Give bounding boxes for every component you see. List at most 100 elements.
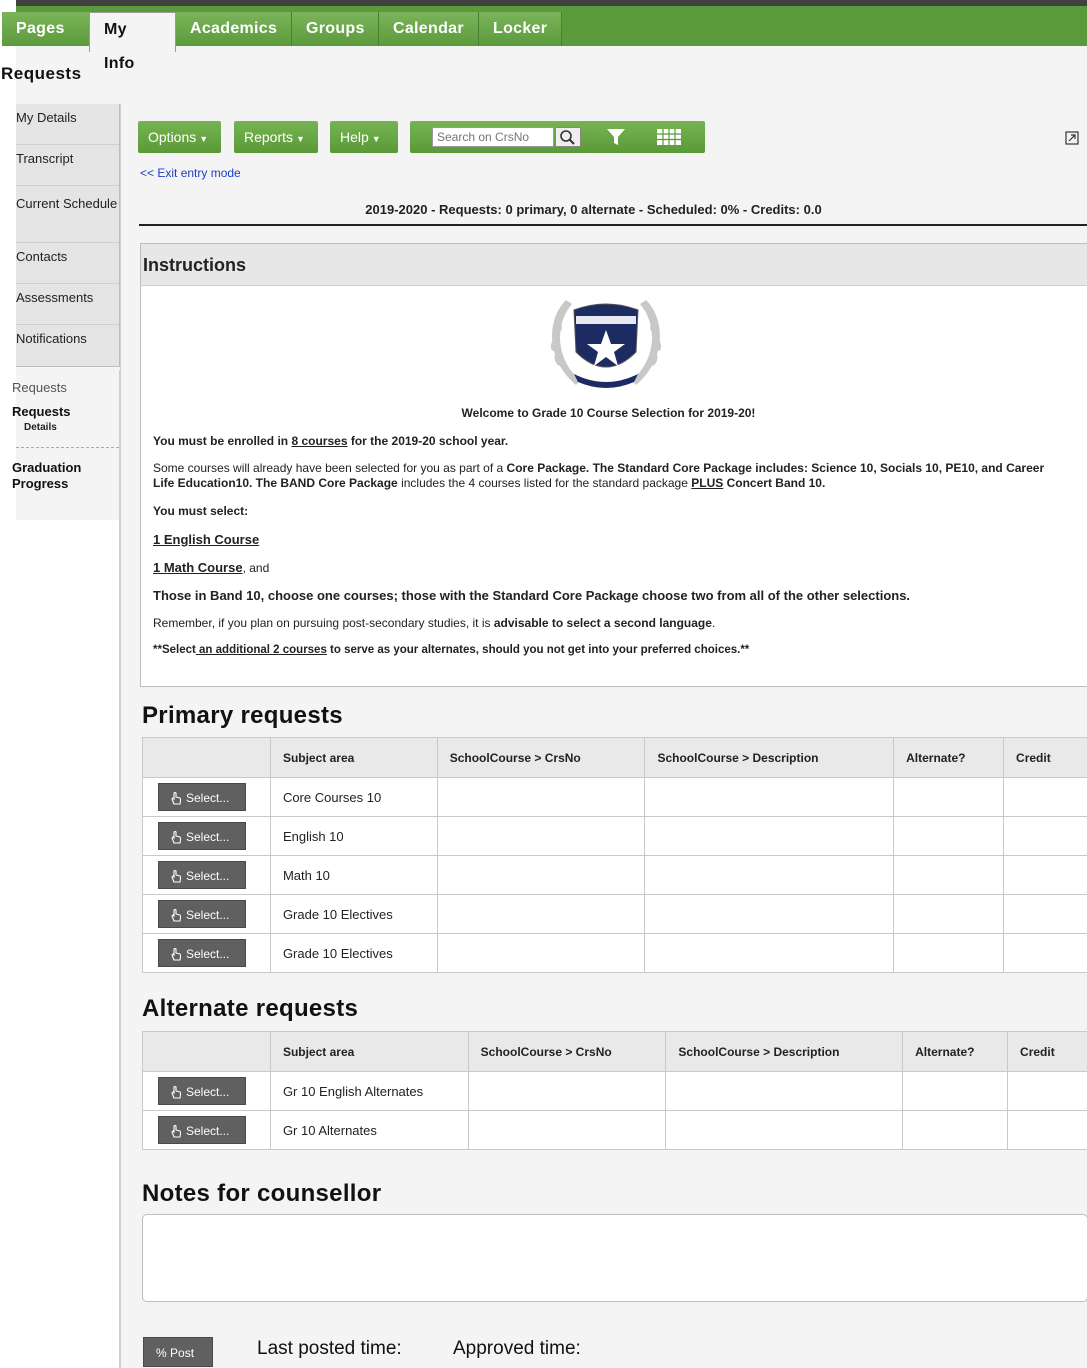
table-row: Select... English 10 xyxy=(142,816,1087,856)
instructions-heading: Instructions xyxy=(141,244,1087,286)
table-cell: Select... xyxy=(142,933,271,973)
math-course-suffix: , and xyxy=(242,561,270,575)
alternates-text-2: an additional 2 courses xyxy=(195,644,327,656)
tab-groups[interactable]: Groups xyxy=(292,12,379,46)
table-cell xyxy=(1007,1110,1087,1150)
select-button[interactable]: Select... xyxy=(158,1116,246,1144)
select-button[interactable]: Select... xyxy=(158,783,246,811)
table-cell: Select... xyxy=(142,777,271,817)
table-header-row: Subject area SchoolCourse > CrsNo School… xyxy=(142,737,1087,778)
table-cell xyxy=(1003,894,1087,934)
hand-pointer-icon xyxy=(171,869,182,883)
table-cell xyxy=(902,1110,1009,1150)
tab-locker[interactable]: Locker xyxy=(479,12,562,46)
approved-time-label: Approved time: xyxy=(453,1338,581,1359)
help-label: Help xyxy=(340,129,369,145)
table-cell xyxy=(1003,855,1087,895)
sidebar-item-requests[interactable]: Requests xyxy=(12,404,119,420)
table-cell xyxy=(893,777,1005,817)
notes-textarea[interactable] xyxy=(142,1214,1087,1302)
core-text-3: includes the 4 courses listed for the st… xyxy=(397,476,692,490)
alternates-text-3: to serve as your alternates, should you … xyxy=(326,644,750,656)
requests-summary: 2019-2020 - Requests: 0 primary, 0 alter… xyxy=(139,194,1087,226)
last-posted-time-label: Last posted time: xyxy=(257,1338,402,1359)
table-cell: English 10 xyxy=(269,816,438,856)
table-cell xyxy=(1003,777,1087,817)
table-cell xyxy=(893,933,1005,973)
remember-text-3: . xyxy=(711,616,716,630)
select-label: Select... xyxy=(186,869,230,883)
table-header: SchoolCourse > Description xyxy=(665,1031,904,1072)
table-cell xyxy=(436,933,646,973)
tab-pages[interactable]: Pages xyxy=(2,12,91,46)
options-button[interactable]: Options ▼ xyxy=(138,121,221,153)
sidebar-item-details[interactable]: Details xyxy=(16,422,119,433)
table-cell xyxy=(436,894,646,934)
table-header: Credit xyxy=(1003,737,1087,778)
exit-entry-mode-link[interactable]: << Exit entry mode xyxy=(140,166,241,180)
search-icon xyxy=(560,130,575,145)
select-button[interactable]: Select... xyxy=(158,939,246,967)
table-row: Select... Math 10 xyxy=(142,855,1087,895)
sidebar-section-requests[interactable]: Requests xyxy=(12,370,119,404)
tab-calendar[interactable]: Calendar xyxy=(379,12,479,46)
table-cell xyxy=(467,1071,667,1111)
table-header: SchoolCourse > CrsNo xyxy=(436,737,646,778)
search-toolbar xyxy=(410,121,705,153)
select-label: Select... xyxy=(186,791,230,805)
sidebar-item-contacts[interactable]: Contacts xyxy=(16,243,119,284)
table-cell xyxy=(436,855,646,895)
search-input[interactable] xyxy=(432,127,554,147)
filter-icon[interactable] xyxy=(606,128,626,146)
sidebar-item-my-details[interactable]: My Details xyxy=(16,104,119,145)
select-button[interactable]: Select... xyxy=(158,1077,246,1105)
search-button[interactable] xyxy=(555,127,581,147)
sidebar-item-notifications[interactable]: Notifications xyxy=(16,325,119,366)
primary-requests-title: Primary requests xyxy=(142,702,343,729)
table-cell xyxy=(665,1110,904,1150)
table-row: Select... Core Courses 10 xyxy=(142,777,1087,817)
alternates-text-1: **Select xyxy=(153,644,196,656)
sidebar-item-assessments[interactable]: Assessments xyxy=(16,284,119,325)
reports-button[interactable]: Reports ▼ xyxy=(234,121,318,153)
grid-icon[interactable] xyxy=(657,129,681,145)
table-cell: Select... xyxy=(142,1071,271,1111)
table-header-select xyxy=(142,737,271,778)
sidebar-item-current-schedule[interactable]: Current Schedule xyxy=(16,186,119,243)
page: Pages My Info Academics Groups Calendar … xyxy=(0,0,1087,1368)
chevron-down-icon: ▼ xyxy=(296,134,305,144)
table-header: Alternate? xyxy=(902,1031,1009,1072)
core-text-5: Concert Band 10. xyxy=(723,476,826,490)
table-header: Credit xyxy=(1007,1031,1087,1072)
post-button[interactable]: % Post xyxy=(143,1337,213,1367)
sidebar-item-graduation-progress[interactable]: Graduation Progress xyxy=(12,448,92,503)
tab-my-info[interactable]: My Info xyxy=(89,12,176,72)
table-cell xyxy=(1003,933,1087,973)
primary-requests-table: Subject area SchoolCourse > CrsNo School… xyxy=(142,737,1087,973)
hand-pointer-icon xyxy=(171,830,182,844)
help-button[interactable]: Help ▼ xyxy=(330,121,398,153)
table-cell: Select... xyxy=(142,1110,271,1150)
table-cell xyxy=(665,1071,904,1111)
table-cell: Core Courses 10 xyxy=(269,777,438,817)
table-header: SchoolCourse > Description xyxy=(644,737,895,778)
band-text: Those in Band 10, choose one courses; th… xyxy=(153,588,911,603)
must-select-text: You must select: xyxy=(153,504,249,518)
tab-academics[interactable]: Academics xyxy=(176,12,292,46)
english-course-label: 1 English Course xyxy=(153,532,260,547)
table-cell xyxy=(893,816,1005,856)
select-button[interactable]: Select... xyxy=(158,900,246,928)
english-course-text: 1 English Course xyxy=(153,532,1053,547)
math-course-label: 1 Math Course xyxy=(153,560,243,575)
chevron-down-icon: ▼ xyxy=(199,134,209,144)
link-icon: % xyxy=(156,1346,167,1360)
hand-pointer-icon xyxy=(171,947,182,961)
table-cell: Select... xyxy=(142,894,271,934)
sidebar-item-transcript[interactable]: Transcript xyxy=(16,145,119,186)
select-button[interactable]: Select... xyxy=(158,861,246,889)
popout-icon[interactable] xyxy=(1065,131,1079,150)
table-header-select xyxy=(142,1031,271,1072)
select-button[interactable]: Select... xyxy=(158,822,246,850)
enrolled-text: You must be enrolled in 8 courses for th… xyxy=(153,434,1053,449)
table-cell xyxy=(893,894,1005,934)
